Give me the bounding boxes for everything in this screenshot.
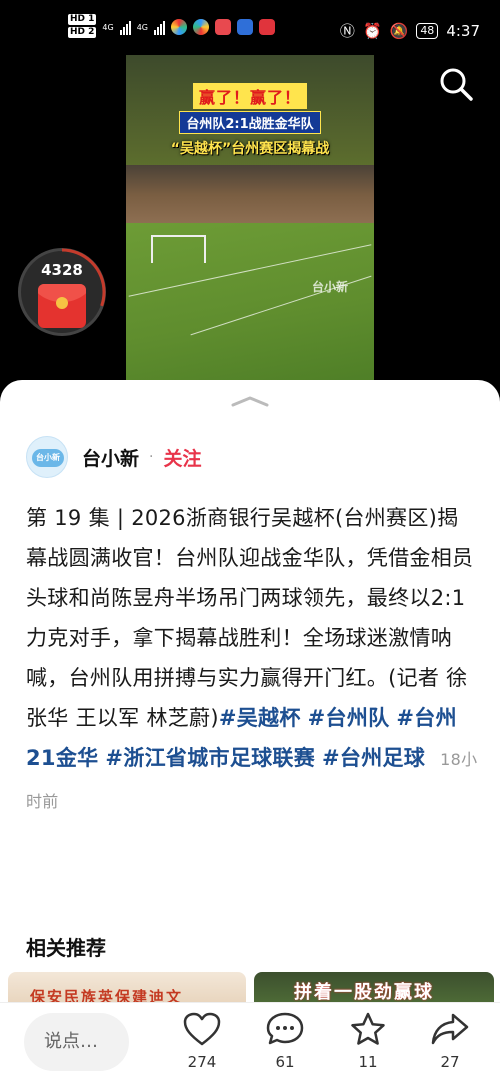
time: 4:37 [446, 21, 480, 40]
post-description: 第 19 集 | 2026浙商银行吴越杯(台州赛区)揭幕战圆满收官！台州队迎战金… [26, 498, 478, 822]
hd-indicator: HD 1 HD 2 [68, 14, 97, 38]
video-player[interactable]: 赢了！赢了！ 台州队2:1战胜金华队 “吴越杯”台州赛区揭幕战 台小新 [126, 55, 374, 381]
favorite-button[interactable]: 11 [338, 1011, 398, 1071]
like-button[interactable]: 274 [172, 1011, 232, 1071]
bottom-action-bar: 说点… 274 61 11 27 [0, 1002, 500, 1083]
author-row: 台小新 台小新 · 关注 [26, 436, 201, 478]
search-icon[interactable] [438, 66, 474, 102]
hashtag[interactable]: #台州足球 [322, 746, 425, 770]
comment-count: 61 [275, 1053, 295, 1071]
app-notification-icon [259, 19, 275, 35]
post-text: 第 19 集 | 2026浙商银行吴越杯(台州赛区)揭幕战圆满收官！台州队迎战金… [26, 506, 474, 730]
comment-icon [266, 1012, 304, 1045]
related-card[interactable]: 保安民族英保建迪文 [8, 972, 246, 1002]
related-title: 相关推荐 [26, 936, 106, 960]
hashtag[interactable]: #浙江省城市足球联赛 [105, 746, 315, 770]
app-notification-icon [193, 19, 209, 35]
network-type-1: 4G [102, 22, 114, 32]
app-notification-icon [171, 19, 187, 35]
nfc-icon: Ⓝ [339, 22, 355, 40]
hashtag[interactable]: #吴越杯 [219, 706, 301, 730]
follow-button[interactable]: 关注 [163, 444, 201, 471]
post-detail-sheet: 台小新 台小新 · 关注 第 19 集 | 2026浙商银行吴越杯(台州赛区)揭… [0, 380, 500, 1083]
red-envelope-icon [38, 284, 86, 328]
favorite-count: 11 [358, 1053, 378, 1071]
mute-icon: 🔕 [389, 21, 409, 40]
battery-icon: 48 [416, 22, 439, 39]
red-packet-widget[interactable]: 4328 [18, 248, 106, 336]
video-headline: 赢了！赢了！ 台州队2:1战胜金华队 “吴越杯”台州赛区揭幕战 [126, 83, 374, 159]
like-count: 274 [187, 1053, 217, 1071]
separator-dot: · [149, 449, 154, 465]
comment-button[interactable]: 61 [255, 1011, 315, 1071]
stadium-stand [126, 165, 374, 225]
goal-post [151, 235, 206, 263]
star-icon [351, 1012, 385, 1045]
related-card[interactable]: 拼着一股劲赢球 [254, 972, 494, 1002]
comment-input[interactable]: 说点… [24, 1013, 129, 1071]
red-packet-count: 4328 [41, 261, 83, 279]
heart-icon [183, 1012, 221, 1046]
share-button[interactable]: 27 [420, 1011, 480, 1071]
video-watermark: 台小新 [312, 280, 349, 294]
avatar[interactable]: 台小新 [26, 436, 68, 478]
collapse-handle-icon[interactable] [229, 394, 271, 408]
hashtag[interactable]: #台州队 [308, 706, 390, 730]
signal-icon [154, 19, 165, 35]
network-type-2: 4G [136, 22, 148, 32]
author-name[interactable]: 台小新 [82, 444, 139, 471]
app-notification-icon [215, 19, 231, 35]
share-count: 27 [440, 1053, 460, 1071]
share-icon [431, 1013, 469, 1045]
alarm-icon: ⏰ [362, 21, 382, 40]
status-bar: HD 1 HD 2 4G 4G Ⓝ ⏰ 🔕 48 4:37 [0, 0, 500, 62]
signal-icon [119, 19, 131, 35]
app-notification-icon [237, 19, 253, 35]
